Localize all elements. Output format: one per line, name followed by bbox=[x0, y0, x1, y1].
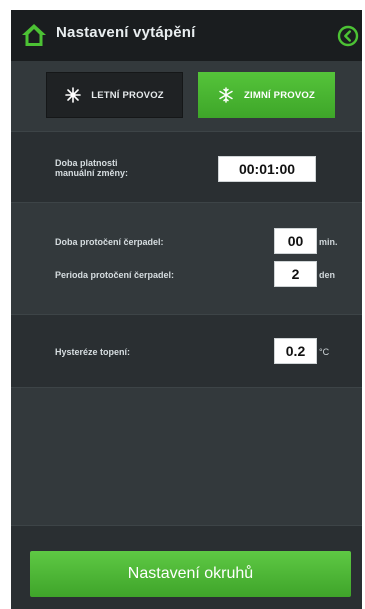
manual-change-duration-input[interactable]: 00:01:00 bbox=[218, 156, 316, 182]
summer-mode-label: LETNÍ PROVOZ bbox=[91, 89, 164, 101]
circuit-settings-button[interactable]: Nastavení okruhů bbox=[30, 551, 351, 597]
snowflake-icon bbox=[219, 87, 233, 103]
hysteresis-label: Hysteréze topení: bbox=[55, 347, 131, 357]
manual-change-label-line2: manuální změny: bbox=[55, 168, 129, 178]
pump-period-label: Perioda protočení čerpadel: bbox=[55, 270, 175, 280]
pump-period-unit: den bbox=[319, 270, 336, 280]
empty-panel bbox=[11, 388, 362, 525]
manual-change-label-line1: Doba platnosti bbox=[55, 158, 118, 168]
hysteresis-input[interactable]: 0.2 bbox=[274, 338, 317, 364]
winter-mode-button[interactable]: ZIMNÍ PROVOZ bbox=[198, 72, 335, 118]
header-bar: Nastavení vytápění bbox=[11, 10, 362, 61]
pump-period-input[interactable]: 2 bbox=[274, 261, 317, 287]
summer-mode-button[interactable]: LETNÍ PROVOZ bbox=[46, 72, 183, 118]
pump-duration-input[interactable]: 00 bbox=[274, 228, 317, 254]
pump-duration-unit: min. bbox=[319, 237, 338, 247]
manual-change-label: Doba platnosti manuální změny: bbox=[55, 158, 128, 178]
hysteresis-unit: °C bbox=[319, 347, 330, 357]
sun-icon bbox=[65, 87, 81, 103]
app-screen: Nastavení vytápění LETNÍ PROVOZ ZIMNÍ PR… bbox=[11, 10, 362, 609]
back-circle-icon[interactable] bbox=[337, 25, 359, 47]
pump-panel bbox=[11, 203, 362, 314]
winter-mode-label: ZIMNÍ PROVOZ bbox=[243, 89, 315, 101]
pump-duration-label: Doba protočení čerpadel: bbox=[55, 237, 164, 247]
home-icon[interactable] bbox=[21, 22, 47, 48]
page-title: Nastavení vytápění bbox=[56, 24, 196, 41]
